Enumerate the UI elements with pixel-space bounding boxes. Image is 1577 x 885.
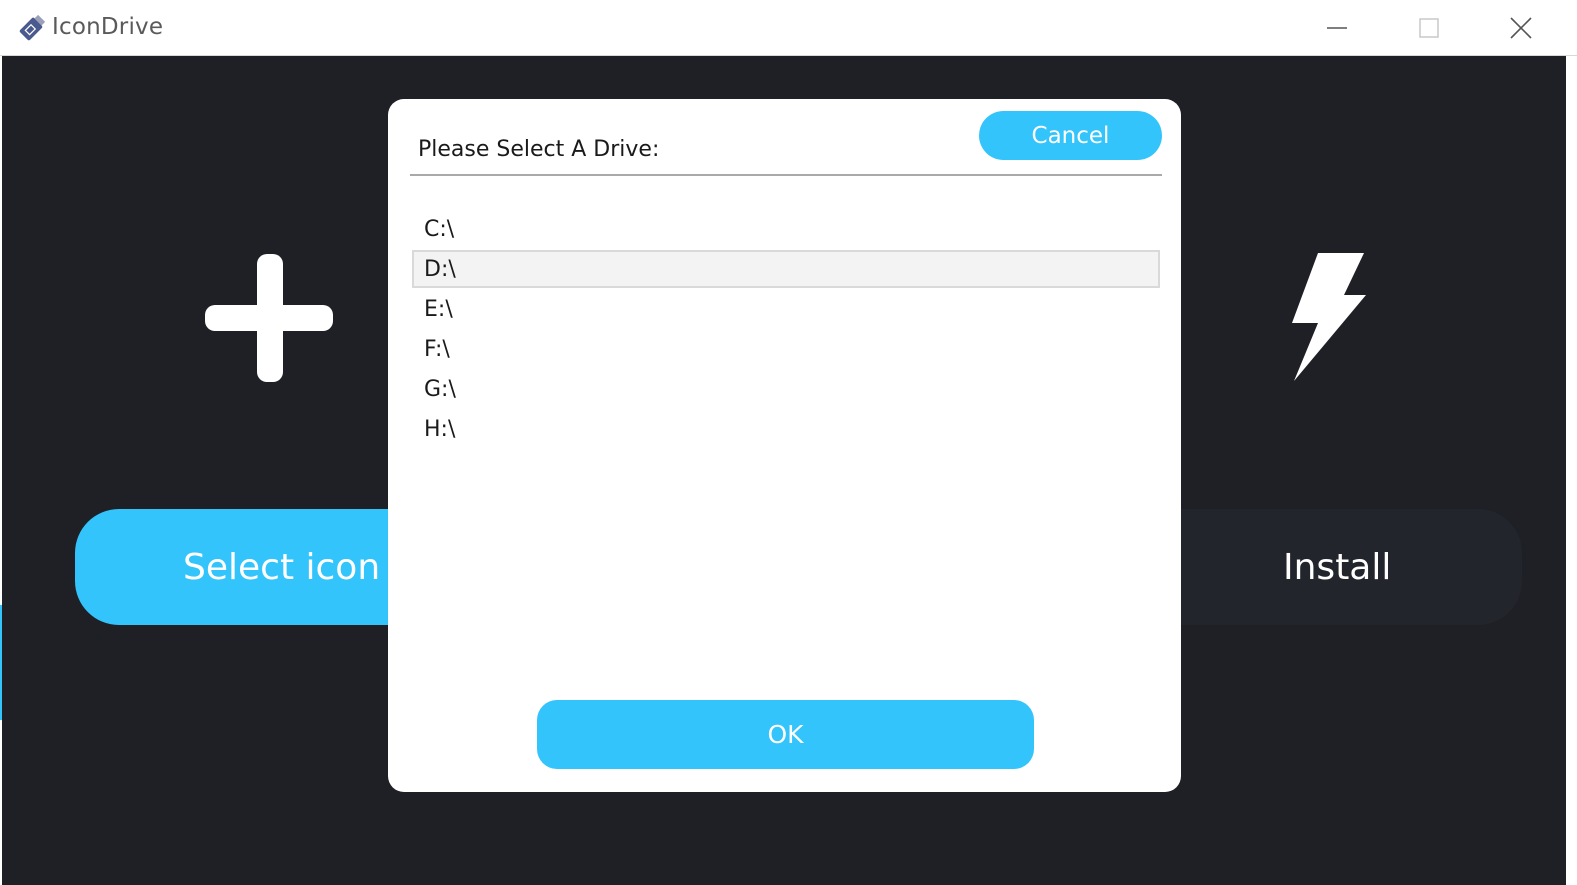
window-edge [1566, 56, 1577, 885]
app-window: IconDrive Select icon Install Please Sel… [0, 0, 1577, 885]
drive-item-g[interactable]: G:\ [412, 370, 1160, 408]
app-title: IconDrive [52, 14, 164, 40]
maximize-button[interactable] [1383, 0, 1475, 56]
close-icon [1510, 17, 1532, 39]
drive-item-f[interactable]: F:\ [412, 330, 1160, 368]
dialog-divider [410, 174, 1162, 176]
minimize-button[interactable] [1291, 0, 1383, 56]
drive-item-e[interactable]: E:\ [412, 290, 1160, 328]
select-drive-dialog: Please Select A Drive: Cancel C:\ D:\ E:… [388, 99, 1181, 792]
dialog-title: Please Select A Drive: [418, 137, 660, 162]
minimize-icon [1327, 27, 1347, 29]
drive-item-c[interactable]: C:\ [412, 210, 1160, 248]
maximize-icon [1419, 18, 1439, 38]
lightning-bolt-icon[interactable] [1288, 253, 1368, 383]
drive-list: C:\ D:\ E:\ F:\ G:\ H:\ [412, 210, 1160, 450]
ok-button[interactable]: OK [537, 700, 1034, 769]
cancel-button[interactable]: Cancel [979, 111, 1162, 160]
left-accent-strip [0, 605, 2, 720]
drive-item-h[interactable]: H:\ [412, 410, 1160, 448]
close-button[interactable] [1475, 0, 1567, 56]
title-bar: IconDrive [0, 0, 1577, 56]
plus-icon[interactable] [205, 254, 335, 384]
drive-item-d[interactable]: D:\ [412, 250, 1160, 288]
usb-drive-icon [19, 14, 46, 41]
